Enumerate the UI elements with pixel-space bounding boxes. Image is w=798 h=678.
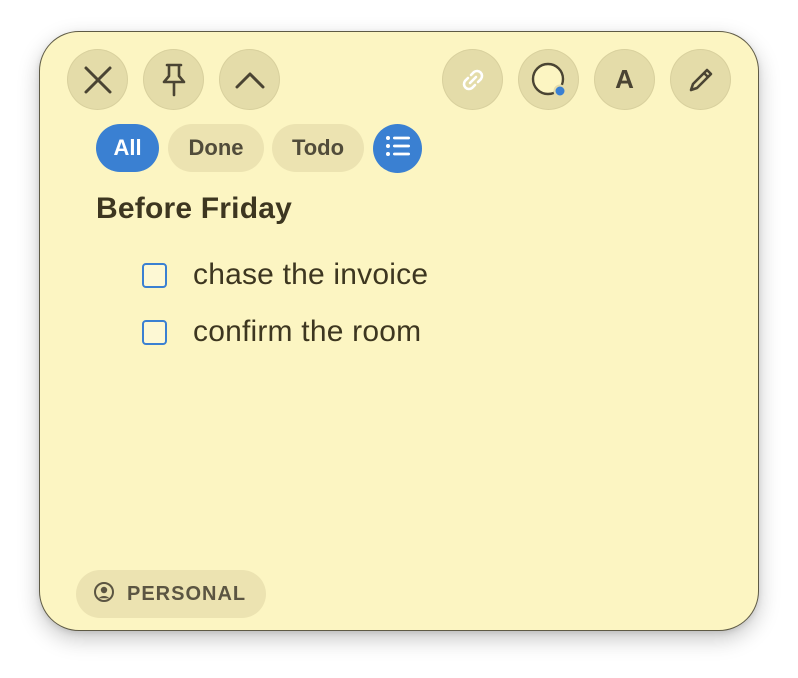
collapse-button[interactable] [219, 49, 280, 110]
checklist-item: confirm the room [142, 315, 421, 349]
color-picker-icon [529, 60, 569, 100]
font-icon: A [615, 64, 634, 94]
color-button[interactable] [518, 49, 579, 110]
tag-label: PERSONAL [127, 582, 247, 605]
checklist-item-text[interactable]: confirm the room [193, 315, 421, 349]
sticky-note-window: A All Done Todo Before Friday chase the … [39, 31, 759, 631]
edit-button[interactable] [670, 49, 731, 110]
pencil-icon [686, 65, 716, 95]
filter-todo-button[interactable]: Todo [272, 124, 364, 172]
chevron-up-icon [234, 70, 266, 90]
category-tag[interactable]: PERSONAL [76, 570, 266, 618]
link-icon [458, 65, 488, 95]
checklist-item-text[interactable]: chase the invoice [193, 258, 428, 292]
note-title[interactable]: Before Friday [96, 192, 292, 226]
checklist-item: chase the invoice [142, 258, 428, 292]
list-view-button[interactable] [373, 124, 422, 173]
pin-button[interactable] [143, 49, 204, 110]
pin-icon [159, 62, 189, 98]
list-icon [384, 134, 412, 163]
filter-done-button[interactable]: Done [168, 124, 264, 172]
link-button[interactable] [442, 49, 503, 110]
filter-all-button[interactable]: All [96, 124, 159, 172]
checkbox[interactable] [142, 262, 167, 288]
close-button[interactable] [67, 49, 128, 110]
checkbox[interactable] [142, 319, 167, 345]
font-button[interactable]: A [594, 49, 655, 110]
close-icon [83, 65, 113, 95]
person-circle-icon [93, 581, 115, 608]
